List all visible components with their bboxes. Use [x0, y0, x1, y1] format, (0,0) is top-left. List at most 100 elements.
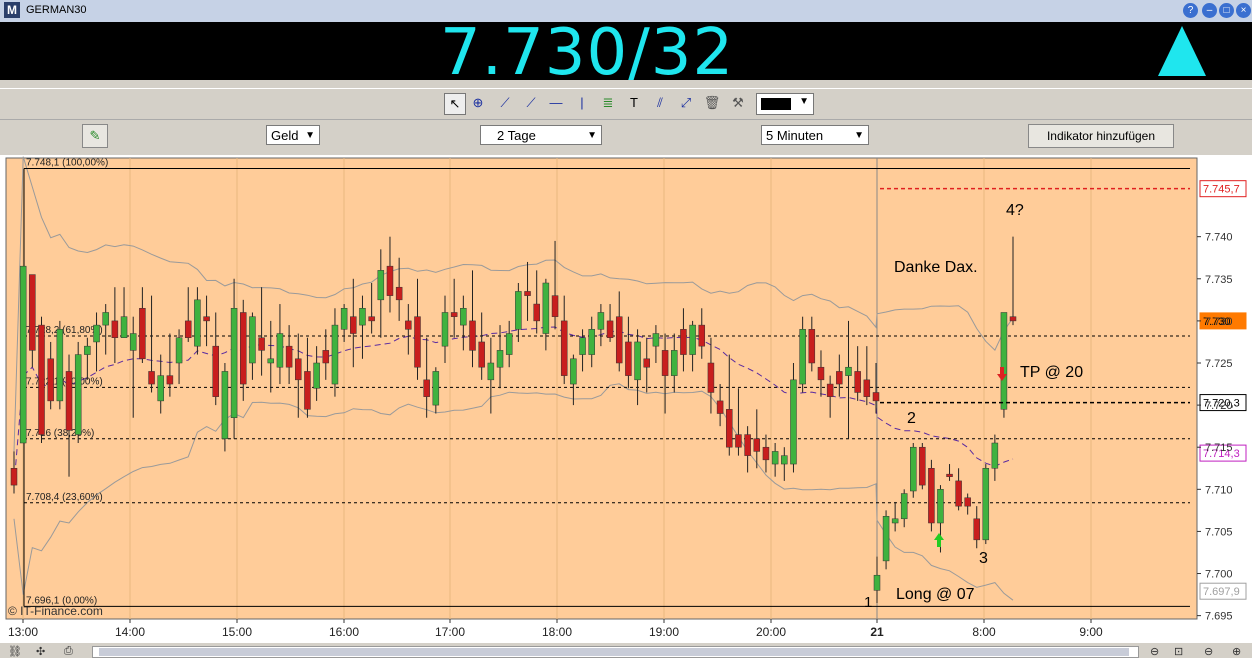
candle-body — [588, 329, 595, 355]
period-select[interactable]: 2 Tage ▼ — [480, 125, 602, 145]
candle-body — [799, 329, 806, 385]
candle-body — [744, 434, 751, 456]
price-tag-label: 7.697,9 — [1203, 586, 1240, 598]
x-tick-label: 16:00 — [329, 625, 359, 639]
candle — [882, 510, 890, 570]
cursor-icon[interactable]: ↖ — [444, 93, 466, 115]
trash-icon[interactable]: 🗑 — [702, 93, 722, 113]
fibonacci-icon[interactable]: ≣ — [598, 93, 618, 113]
annotation-text: TP @ 20 — [1020, 364, 1083, 381]
candle-body — [533, 303, 540, 322]
tools-icon[interactable]: ⚒ — [728, 93, 748, 113]
interval-select[interactable]: 5 Minuten ▼ — [761, 125, 869, 145]
candle-body — [551, 295, 559, 317]
candle-body — [194, 299, 201, 347]
scroll-thumb[interactable] — [99, 648, 1129, 656]
price-tag-label: 7.745,7 — [1203, 184, 1240, 196]
candle-body — [863, 379, 871, 397]
candle-body — [919, 446, 926, 486]
candle-body — [597, 312, 605, 330]
candle — [19, 265, 27, 444]
candle-body — [615, 316, 623, 364]
candle-body — [579, 337, 586, 355]
candle-body — [781, 455, 788, 465]
candle-body — [707, 362, 715, 393]
candle — [74, 341, 82, 443]
candle — [221, 363, 229, 452]
zoom-minus-icon[interactable]: ⊖ — [1204, 645, 1213, 658]
link-icon[interactable]: ⛓ — [8, 645, 22, 658]
x-tick-label: 17:00 — [435, 625, 465, 639]
candle-body — [377, 270, 385, 301]
candle-body — [982, 468, 990, 541]
expand-icon[interactable]: ⤢ — [676, 93, 696, 113]
candle-body — [267, 358, 275, 364]
zoom-plus-icon[interactable]: ⊕ — [1232, 645, 1241, 658]
pin-icon[interactable]: ✣ — [36, 645, 45, 658]
candle — [919, 443, 926, 490]
y-tick-label: 7.740 — [1205, 232, 1233, 244]
candle-body — [735, 434, 742, 448]
candle-body — [395, 286, 403, 301]
zoom-fit-icon[interactable]: ⊡ — [1174, 645, 1183, 658]
candle-body — [671, 350, 678, 376]
candle-body — [625, 341, 632, 376]
fib-level-label: 7.728,2 (61,80%) — [26, 325, 103, 336]
help-icon[interactable]: ? — [1183, 3, 1198, 18]
candle-body — [148, 371, 155, 385]
zoom-out-icon[interactable]: ⊖ — [1150, 645, 1159, 658]
candle-body — [570, 358, 577, 385]
candle-body — [129, 333, 137, 351]
maximize-icon[interactable]: □ — [1219, 3, 1234, 18]
candle — [928, 459, 935, 532]
color-swatch — [761, 98, 791, 110]
candle-body — [726, 409, 733, 448]
x-tick-label: 14:00 — [115, 625, 145, 639]
x-tick-label: 21 — [870, 625, 884, 639]
candle — [56, 320, 64, 410]
candle-body — [753, 438, 761, 452]
candle-body — [139, 308, 146, 360]
up-arrow-icon — [1158, 26, 1206, 76]
candle-body — [973, 518, 980, 541]
hline-icon[interactable]: — — [546, 93, 566, 113]
candle-body — [542, 282, 550, 334]
candle-body — [184, 320, 192, 338]
fib-level-label: 7.748,1 (100,00%) — [26, 157, 108, 168]
candle-body — [157, 375, 164, 402]
ray-icon[interactable]: ⟋ — [521, 93, 541, 113]
trendline-icon[interactable]: ⟋ — [495, 93, 515, 113]
zoom-icon[interactable]: ⊕ — [468, 93, 488, 113]
candle-body — [845, 366, 852, 376]
vline-icon[interactable]: | — [572, 93, 592, 113]
close-icon[interactable]: × — [1236, 3, 1251, 18]
quote-price: 7.730/32 — [440, 16, 735, 90]
candle-body — [359, 308, 366, 326]
print-icon[interactable]: ⎙ — [64, 645, 73, 658]
price-type-select[interactable]: Geld ▼ — [266, 125, 320, 145]
channel-icon[interactable]: ⫽ — [650, 93, 670, 113]
candle-body — [221, 371, 229, 440]
candle-body — [441, 312, 449, 347]
candle-body — [450, 312, 458, 317]
add-indicator-button[interactable]: Indikator hinzufügen — [1028, 124, 1174, 148]
candle-body — [322, 350, 330, 364]
price-chart[interactable]: 7.748,1 (100,00%) 7.728,2 (61,80%) 7.722,1… — [0, 155, 1252, 643]
text-icon[interactable]: T — [624, 93, 644, 113]
candle-body — [643, 358, 650, 368]
horizontal-scrollbar[interactable] — [92, 646, 1139, 658]
minimize-icon[interactable]: – — [1202, 3, 1217, 18]
candle-body — [111, 320, 119, 338]
candle-body — [928, 468, 935, 524]
y-tick-label: 7.710 — [1205, 484, 1233, 496]
app-logo: M — [4, 2, 20, 18]
candle-body — [698, 324, 706, 347]
x-tick-label: 19:00 — [649, 625, 679, 639]
pencil-icon[interactable]: ✎ — [82, 124, 108, 148]
line-color-select[interactable]: ▼ — [756, 93, 814, 115]
candle-body — [331, 324, 339, 385]
chevron-down-icon: ▼ — [799, 96, 809, 107]
watermark: © IT-Finance.com — [8, 604, 103, 618]
fib-level-label: 7.708,4 (23,60%) — [26, 492, 103, 503]
candle-body — [487, 362, 495, 381]
